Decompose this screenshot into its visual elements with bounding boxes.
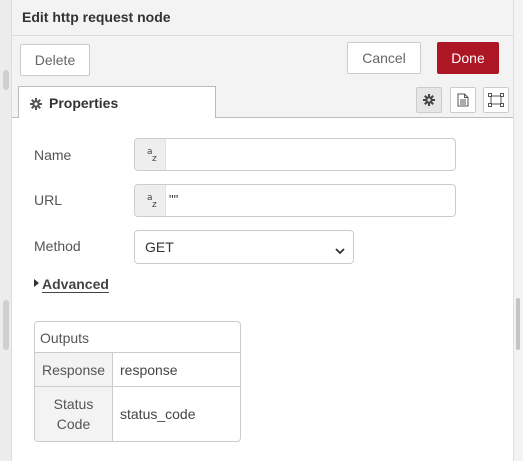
description-icon (457, 93, 469, 107)
outputs-table: Outputs Response response Status Code st… (34, 321, 241, 442)
output-key: Status Code (35, 387, 113, 441)
gear-icon (30, 97, 42, 115)
left-workspace-gutter (0, 0, 12, 461)
done-button[interactable]: Done (437, 42, 499, 74)
table-row: Status Code status_code (35, 387, 240, 441)
outputs-header: Outputs (35, 322, 240, 353)
tab-properties-label: Properties (49, 95, 119, 111)
properties-panel: Name a z URL a z "" Method GET Advanced … (12, 118, 513, 461)
tray-header: Edit http request node (12, 0, 513, 36)
method-value: GET (145, 239, 174, 255)
url-value: "" (169, 192, 179, 207)
caret-right-icon (34, 279, 39, 287)
name-label: Name (34, 147, 72, 163)
advanced-label: Advanced (42, 276, 109, 292)
gear-icon (423, 94, 435, 106)
output-key: Response (35, 353, 113, 386)
node-port (3, 70, 9, 90)
appearance-icon (488, 93, 504, 107)
table-row: Response response (35, 353, 240, 387)
output-value: response (120, 362, 178, 378)
cancel-button[interactable]: Cancel (347, 42, 421, 74)
tray-toolbar: Delete Cancel Done (12, 36, 513, 82)
description-tab-button[interactable] (450, 87, 476, 113)
chevron-down-icon (335, 242, 345, 260)
url-input[interactable]: a z "" (134, 184, 456, 217)
delete-button[interactable]: Delete (20, 44, 90, 76)
url-label: URL (34, 192, 63, 208)
properties-tab-button[interactable] (416, 87, 442, 113)
appearance-tab-button[interactable] (483, 87, 509, 113)
scrollbar[interactable] (513, 0, 523, 461)
scrollbar-thumb[interactable] (516, 298, 520, 350)
tray-title: Edit http request node (22, 9, 171, 25)
tab-bar: Properties (12, 82, 513, 119)
method-label: Method (34, 238, 81, 254)
method-select[interactable]: GET (134, 230, 354, 264)
node-port (3, 300, 9, 350)
string-type-icon[interactable]: a z (135, 185, 166, 216)
tab-properties[interactable]: Properties (18, 86, 216, 119)
name-input[interactable]: a z (134, 138, 456, 171)
output-value: status_code (120, 406, 196, 422)
string-type-icon[interactable]: a z (135, 139, 166, 170)
